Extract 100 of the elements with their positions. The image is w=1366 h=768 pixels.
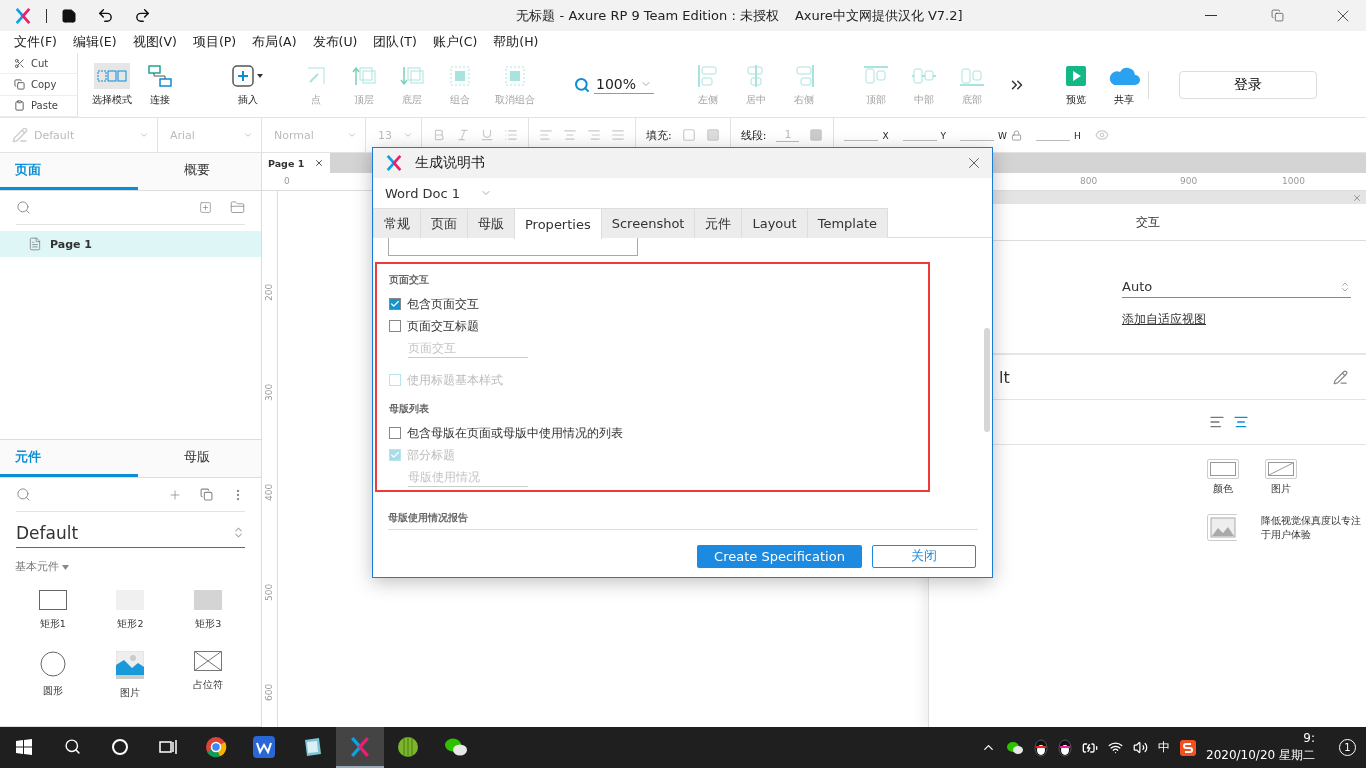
align-left-icon[interactable] xyxy=(1209,414,1225,430)
menu-item[interactable]: 文件(F) xyxy=(14,33,57,51)
toolbar-button[interactable]: 选择模式 xyxy=(88,53,136,117)
dialog-tab[interactable]: Properties xyxy=(514,208,602,239)
dialog-tab[interactable]: Layout xyxy=(741,208,808,238)
panel-tab[interactable]: 概要 xyxy=(138,153,261,190)
adaptive-select[interactable]: Auto xyxy=(1122,279,1351,298)
menu-item[interactable]: 团队(T) xyxy=(373,33,417,51)
wifi-icon[interactable] xyxy=(1108,740,1123,755)
save-icon[interactable] xyxy=(61,7,77,24)
clock-time[interactable]: 9: xyxy=(1303,731,1315,745)
checkbox[interactable] xyxy=(389,298,401,310)
search-icon[interactable] xyxy=(16,200,31,215)
vertical-ruler: 200 300 400 500 600 xyxy=(262,191,278,727)
axure-icon[interactable] xyxy=(349,735,371,758)
text-field[interactable]: 母版使用情况 xyxy=(408,468,528,487)
scrollbar[interactable] xyxy=(984,328,990,432)
lock-icon[interactable] xyxy=(1011,130,1022,141)
fill-option-button[interactable] xyxy=(1265,459,1297,479)
bold-icon[interactable] xyxy=(432,128,446,142)
zoom-select[interactable]: 100% xyxy=(594,76,655,94)
penguin-icon[interactable] xyxy=(1034,738,1048,757)
image-icon[interactable] xyxy=(1207,514,1238,541)
menu-item[interactable]: 帮助(H) xyxy=(493,33,539,51)
document-tab[interactable]: Page 1 xyxy=(262,153,330,173)
align-center-icon[interactable] xyxy=(1233,414,1249,430)
widget-label: 圆形 xyxy=(42,685,63,698)
edit-icon[interactable] xyxy=(1333,369,1348,385)
list-icon[interactable] xyxy=(504,128,518,142)
panel-tab[interactable]: 母版 xyxy=(138,440,261,477)
shadow-icon[interactable] xyxy=(705,128,720,142)
input-method[interactable]: 中 xyxy=(1158,739,1170,756)
page-item[interactable]: Page 1 xyxy=(0,231,261,257)
undo-icon[interactable] xyxy=(97,7,114,24)
checkbox-option[interactable]: 包含页面交互 xyxy=(389,293,479,315)
align-center-icon[interactable] xyxy=(563,128,577,142)
windows-logo-icon xyxy=(16,738,32,755)
menu-item[interactable]: 视图(V) xyxy=(132,33,177,51)
fill-label: 填充: xyxy=(646,127,672,143)
checkbox[interactable] xyxy=(389,320,401,332)
menu-item[interactable]: 发布(U) xyxy=(312,33,358,51)
document-app-icon[interactable] xyxy=(253,735,275,758)
folder-icon[interactable] xyxy=(230,200,245,215)
search-icon[interactable] xyxy=(16,487,31,502)
placeholder-icon xyxy=(194,651,223,671)
add-view-link[interactable]: 添加自适应视图 xyxy=(1122,312,1206,327)
create-button[interactable]: Create Specification xyxy=(697,544,862,568)
chat-icon[interactable] xyxy=(444,736,468,757)
input-app-icon[interactable] xyxy=(1180,739,1196,756)
underline-icon[interactable] xyxy=(480,128,494,142)
menu-item[interactable]: 项目(P) xyxy=(192,33,237,51)
add-page-icon[interactable] xyxy=(199,201,212,214)
chat-icon[interactable] xyxy=(1006,740,1024,755)
library-select[interactable]: Default xyxy=(16,518,245,548)
chevron-down-icon[interactable] xyxy=(243,130,253,140)
dialog-tab[interactable]: 页面 xyxy=(420,208,468,238)
caret-icon[interactable] xyxy=(62,564,69,570)
justify-icon[interactable] xyxy=(611,128,625,142)
toolbar-button[interactable]: 插入 xyxy=(224,53,272,117)
toolbar-button[interactable]: 连接 xyxy=(136,53,184,117)
dialog-tab[interactable]: Template xyxy=(806,208,888,238)
stroke-color-icon[interactable] xyxy=(809,128,824,142)
penguin-icon[interactable] xyxy=(1058,738,1072,757)
login-button[interactable]: 登录 xyxy=(1179,71,1318,99)
close-dialog-button[interactable]: 关闭 xyxy=(872,544,976,568)
browser-icon[interactable] xyxy=(205,735,227,758)
fill-option-label: 图片 xyxy=(1271,483,1291,496)
play-icon xyxy=(1065,65,1088,87)
redo-icon[interactable] xyxy=(134,7,151,24)
fill-option-button[interactable] xyxy=(1207,459,1239,479)
chevron-down-icon[interactable] xyxy=(403,130,413,140)
checkbox-option[interactable]: 页面交互标题 xyxy=(389,315,479,337)
category-label[interactable]: 基本元件 xyxy=(15,560,59,574)
library-icon[interactable] xyxy=(200,488,213,501)
dialog-tab[interactable]: Screenshot xyxy=(600,208,696,238)
add-icon[interactable] xyxy=(168,487,182,502)
fill-swatch-icon[interactable] xyxy=(681,128,696,142)
italic-icon[interactable] xyxy=(456,128,470,142)
dialog-tab[interactable]: 元件 xyxy=(694,208,743,238)
menu-item[interactable]: 布局(A) xyxy=(252,33,297,51)
eye-icon[interactable] xyxy=(1094,128,1109,142)
bamboo-icon[interactable] xyxy=(397,735,419,758)
checkbox[interactable] xyxy=(389,427,401,439)
chevron-down-icon[interactable] xyxy=(347,130,357,140)
point-icon xyxy=(305,65,327,87)
clock-date[interactable]: 2020/10/20 星期二 xyxy=(1206,747,1315,764)
chevron-down-icon[interactable] xyxy=(139,130,149,140)
close-icon[interactable] xyxy=(314,158,324,168)
coordinate-label: H xyxy=(1074,131,1081,141)
volume-icon[interactable] xyxy=(1133,740,1148,755)
toolbar-button[interactable]: 共享 xyxy=(1100,53,1149,117)
toolbar-button[interactable]: 预览 xyxy=(1052,53,1101,117)
menu-item[interactable]: 编辑(E) xyxy=(72,33,117,51)
menu-item[interactable]: 账户(C) xyxy=(432,33,478,51)
text-field[interactable] xyxy=(388,238,638,256)
align-right-icon[interactable] xyxy=(587,128,601,142)
dialog-tab[interactable]: 母版 xyxy=(467,208,515,238)
dialog-tab[interactable]: 常规 xyxy=(373,208,421,238)
checkbox-option[interactable]: 包含母版在页面或母版中使用情况的列表 xyxy=(389,422,623,444)
panel-tab[interactable]: 页面 xyxy=(0,153,138,190)
